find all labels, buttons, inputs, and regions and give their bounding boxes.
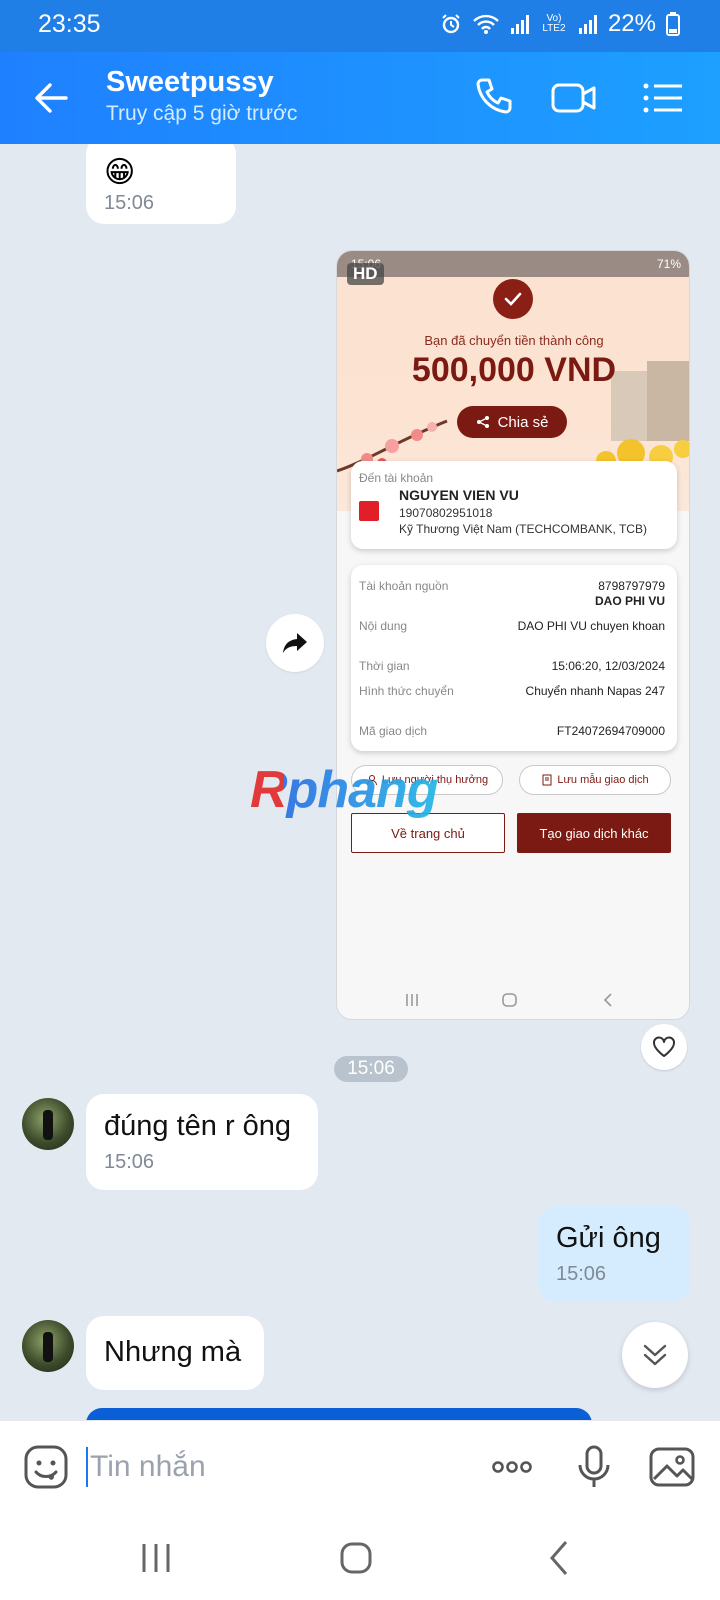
recipient-name: NGUYEN VIEN VU	[399, 487, 519, 503]
heart-icon	[653, 1036, 675, 1057]
detail-label: Tài khoản nguồn	[359, 579, 449, 593]
home-icon[interactable]	[336, 1538, 376, 1578]
battery-percent: 22%	[607, 10, 656, 37]
watermark-logo: Rphang	[250, 761, 439, 819]
image-message-bank-receipt[interactable]: 15:06 71% Bạn đã chuyển tiền thành công …	[336, 250, 690, 1020]
more-options-icon[interactable]	[488, 1443, 536, 1491]
detail-value: Chuyển nhanh Napas 247	[525, 684, 665, 698]
recent-apps-icon[interactable]	[136, 1538, 176, 1578]
detail-value: 15:06:20, 12/03/2024	[551, 659, 665, 673]
image-time-badge: 15:06	[334, 1056, 408, 1082]
image-gallery-icon[interactable]	[648, 1443, 696, 1491]
share-label: Chia sẻ	[497, 413, 549, 431]
sticker-emoji-icon[interactable]	[22, 1443, 70, 1491]
message-text: Gửi ông	[556, 1222, 661, 1254]
message-bubble-sent[interactable]: Gửi ông 15:06	[538, 1206, 690, 1302]
message-time: 15:06	[104, 1151, 155, 1173]
save-template-button: Lưu mẫu giao dịch	[519, 765, 671, 795]
transaction-details-card: Tài khoản nguồn 8798797979 DAO PHI VU Nội…	[351, 565, 677, 751]
network-label: Vo) LTE2	[542, 13, 566, 34]
share-button: Chia sẻ	[457, 406, 567, 438]
signal-icon	[510, 15, 529, 34]
contact-avatar[interactable]	[22, 1320, 74, 1372]
message-text: đúng tên r ông	[104, 1110, 292, 1142]
react-heart-button[interactable]	[641, 1024, 687, 1070]
message-time: 15:06	[104, 192, 155, 214]
to-account-label: Đến tài khoản	[359, 471, 434, 485]
new-transaction-button: Tạo giao dịch khác	[517, 813, 671, 853]
transfer-amount: 500,000 VND	[411, 351, 617, 389]
transfer-success-message: Bạn đã chuyển tiền thành công	[424, 333, 604, 348]
source-account-name: DAO PHI VU	[594, 594, 665, 608]
signal-icon-2	[578, 15, 597, 34]
last-seen-status: Truy cập 5 giờ trước	[106, 102, 298, 125]
receipt-status-battery: 71%	[656, 257, 681, 271]
success-check-icon	[493, 279, 533, 319]
contact-name[interactable]: Sweetpussy	[106, 66, 274, 99]
status-time: 23:35	[38, 10, 101, 38]
forward-button[interactable]	[266, 614, 324, 672]
share-icon	[476, 416, 489, 428]
back-arrow-icon[interactable]	[30, 76, 74, 120]
receipt-nav-bar	[406, 993, 612, 1007]
message-time: 15:06	[556, 1263, 607, 1285]
source-account-number: 8798797979	[598, 579, 665, 593]
phone-call-icon[interactable]	[470, 74, 518, 122]
alarm-icon	[442, 14, 460, 34]
status-icons: Vo) LTE2 22%	[440, 10, 680, 38]
video-call-icon[interactable]	[550, 74, 598, 122]
message-bubble-received[interactable]: 😁 15:06	[86, 144, 236, 224]
recipient-bank: Kỹ Thương Việt Nam (TECHCOMBANK, TCB)	[399, 522, 647, 536]
recipient-account: 19070802951018	[399, 506, 493, 520]
microphone-icon[interactable]	[570, 1443, 618, 1491]
message-text: Nhưng mà	[104, 1336, 242, 1368]
hd-badge: HD	[347, 263, 384, 285]
partial-message-bubble[interactable]	[86, 1408, 592, 1420]
receipt-icon	[542, 774, 552, 786]
double-chevron-down-icon	[643, 1344, 667, 1366]
menu-list-icon[interactable]	[638, 74, 686, 122]
message-bubble-received[interactable]: Nhưng mà	[86, 1316, 264, 1390]
detail-label: Hình thức chuyển	[359, 684, 454, 698]
share-forward-icon	[283, 633, 307, 653]
back-nav-icon[interactable]	[540, 1538, 580, 1578]
wifi-icon	[473, 14, 499, 34]
save-template-label: Lưu mẫu giao dịch	[557, 774, 649, 786]
detail-value: 8798797979 DAO PHI VU	[515, 579, 665, 609]
contact-avatar[interactable]	[22, 1098, 74, 1150]
status-bar: 23:35 Vo) LTE2 22%	[0, 0, 720, 52]
detail-label: Thời gian	[359, 659, 410, 673]
detail-value: DAO PHI VU chuyen khoan	[517, 619, 665, 633]
detail-value: FT24072694709000	[556, 724, 665, 738]
techcombank-logo-icon	[359, 501, 379, 521]
scroll-to-bottom-button[interactable]	[622, 1322, 688, 1388]
detail-label: Nội dung	[359, 619, 408, 633]
detail-label: Mã giao dịch	[359, 724, 428, 738]
message-input-bar: Tin nhắn	[0, 1420, 720, 1512]
recipient-card: Đến tài khoản NGUYEN VIEN VU 19070802951…	[351, 461, 677, 549]
message-bubble-received[interactable]: đúng tên r ông 15:06	[86, 1094, 318, 1190]
chat-area[interactable]: 😁 15:06 15:06 71% Bạn đã chuyển tiền thà…	[0, 144, 720, 1420]
receipt-status-bar: 15:06 71%	[337, 251, 689, 277]
emoji-text: 😁	[104, 156, 136, 189]
battery-icon	[666, 12, 680, 36]
system-navigation-bar	[0, 1512, 720, 1600]
message-input[interactable]: Tin nhắn	[86, 1447, 466, 1487]
chat-header: Sweetpussy Truy cập 5 giờ trước	[0, 52, 720, 144]
